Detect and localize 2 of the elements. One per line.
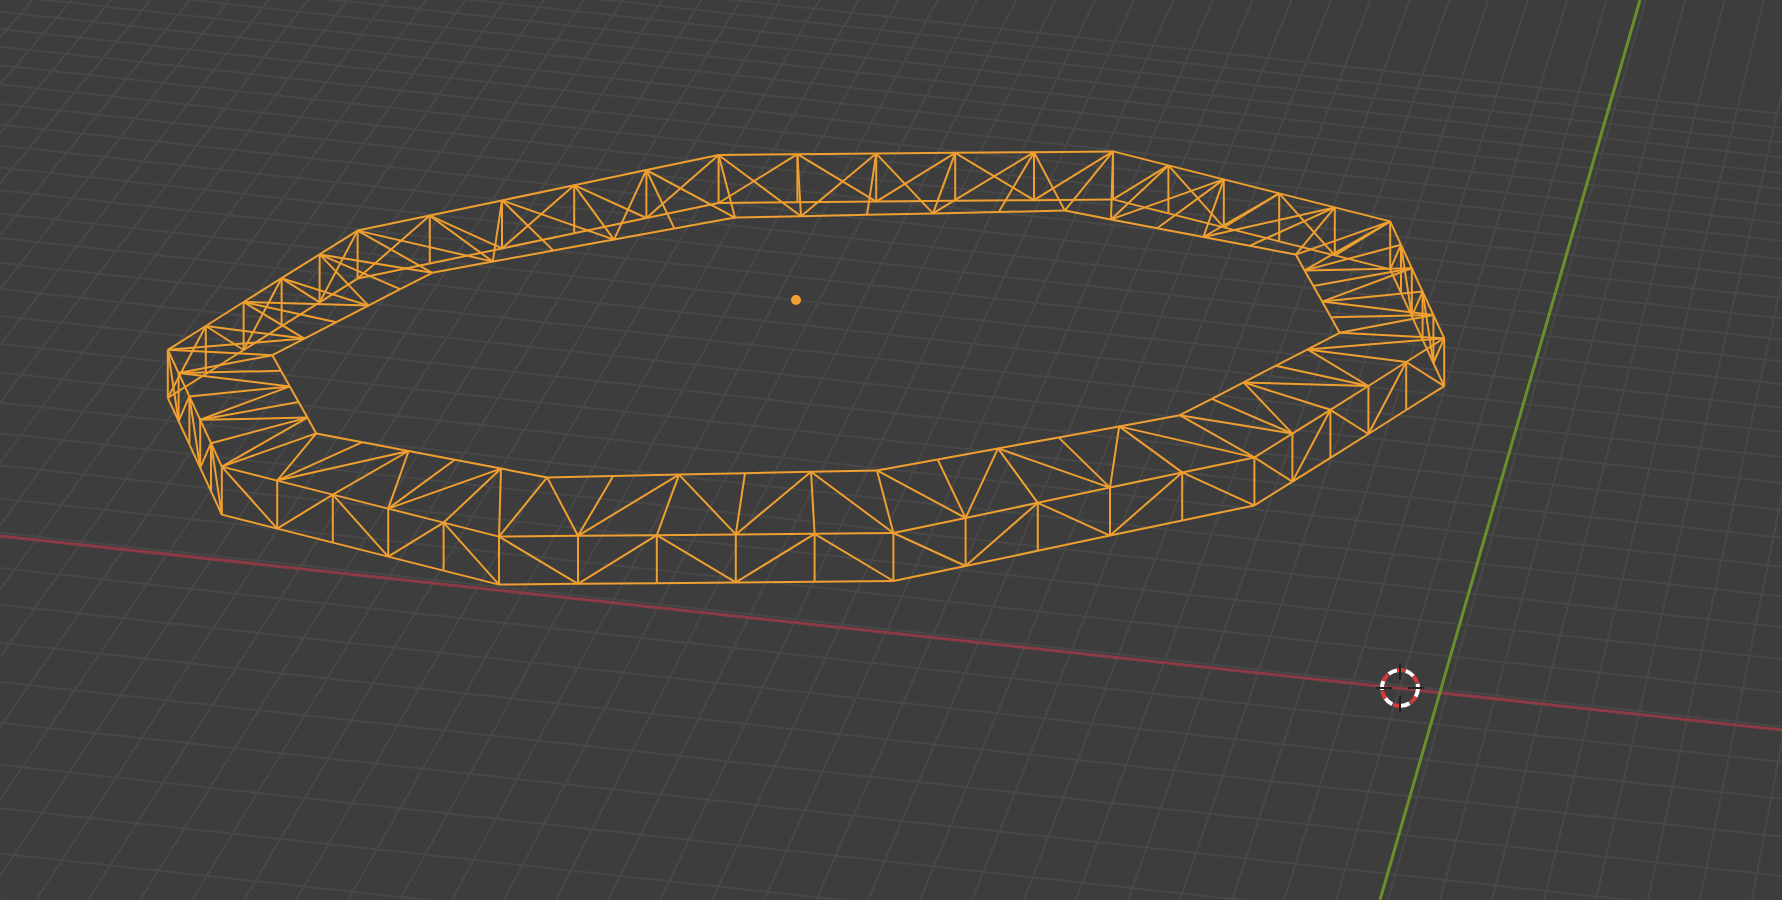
origin-dot bbox=[791, 295, 801, 305]
3d-cursor-icon[interactable] bbox=[1375, 663, 1425, 713]
